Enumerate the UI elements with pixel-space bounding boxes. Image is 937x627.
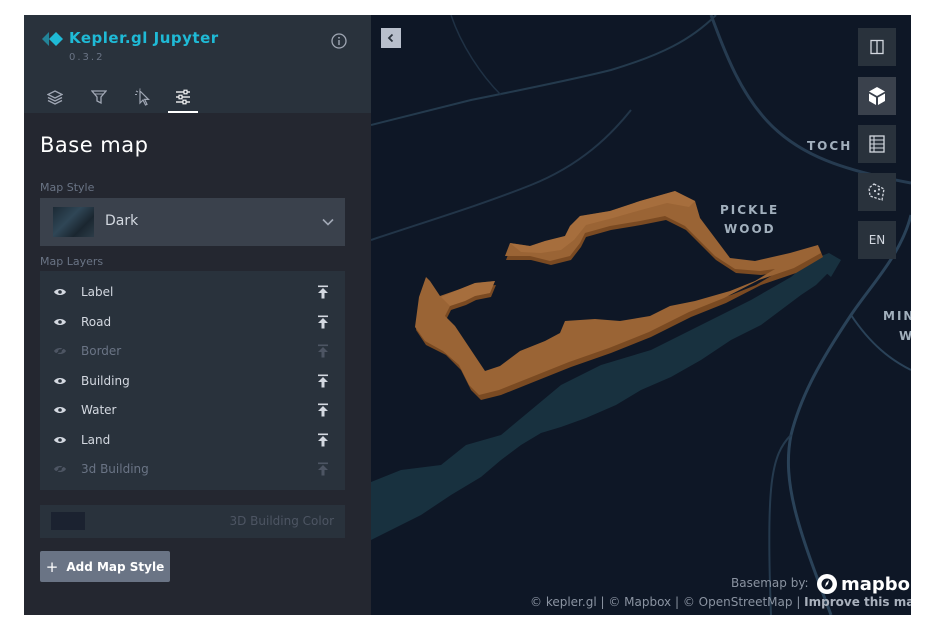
split-map-button[interactable]	[858, 28, 896, 66]
legend-icon	[869, 135, 885, 153]
map-layer-label: Building	[81, 373, 130, 388]
kepler-attribution-link[interactable]: © kepler.gl	[530, 595, 597, 609]
map-layer-row: Water	[40, 396, 345, 425]
panel-header: Kepler.gl Jupyter 0.3.2	[24, 15, 371, 113]
eye-icon[interactable]	[53, 376, 67, 386]
info-icon[interactable]	[331, 33, 347, 49]
3d-map-icon	[869, 87, 885, 105]
basemap-by-label: Basemap by:	[731, 576, 809, 590]
map-style-select[interactable]: Dark	[40, 198, 345, 246]
language-button[interactable]: EN	[858, 221, 896, 259]
eye-icon[interactable]	[53, 435, 67, 445]
map-layer-row: Building	[40, 367, 345, 396]
mapbox-attribution-link[interactable]: © Mapbox	[608, 595, 671, 609]
move-to-top-icon[interactable]	[317, 433, 329, 447]
split-map-icon	[870, 39, 884, 55]
eye-icon[interactable]	[53, 405, 67, 415]
map-layer-row: Label	[40, 278, 345, 307]
plus-icon: +	[45, 557, 59, 576]
place-label-w: W	[899, 329, 911, 343]
map-style-label: Map Style	[40, 181, 95, 194]
building-color-swatch[interactable]	[51, 512, 85, 530]
eye-off-icon[interactable]	[53, 346, 67, 356]
app-version: 0.3.2	[69, 52, 105, 63]
draw-polygon-icon	[868, 183, 885, 201]
move-to-top-icon[interactable]	[317, 344, 329, 358]
chevron-down-icon	[322, 218, 334, 226]
map-layer-label: Land	[81, 432, 111, 447]
osm-attribution-link[interactable]: © OpenStreetMap	[683, 595, 793, 609]
building-color-row[interactable]: 3D Building Color	[40, 505, 345, 538]
tab-map-settings[interactable]	[168, 83, 198, 113]
map-style-thumbnail	[53, 207, 94, 237]
improve-map-link[interactable]: Improve this map	[804, 595, 911, 609]
tab-layers[interactable]	[40, 83, 70, 111]
map-canvas[interactable]: TOCH W PICKLE WOOD MIN W	[371, 15, 911, 615]
building-color-label: 3D Building Color	[229, 514, 334, 528]
map-layer-label: Label	[81, 285, 114, 299]
collapse-panel-button[interactable]	[381, 28, 401, 48]
3d-map-button[interactable]	[858, 77, 896, 115]
legend-button[interactable]	[858, 125, 896, 163]
side-panel: Kepler.gl Jupyter 0.3.2 Base map Map Sty…	[24, 15, 371, 615]
filter-icon	[91, 90, 107, 105]
add-map-style-label: Add Map Style	[66, 559, 165, 574]
move-to-top-icon[interactable]	[317, 315, 329, 329]
map-layers-list: Label Road Border Building Water Land 3d Build…	[40, 271, 345, 490]
map-layer-label: Water	[81, 403, 117, 417]
map-attribution: © kepler.gl | © Mapbox | © OpenStreetMap…	[530, 595, 911, 609]
mapbox-logo-text: mapbo	[841, 573, 911, 595]
tab-interactions[interactable]	[128, 83, 158, 111]
app-title: Kepler.gl Jupyter	[69, 29, 219, 47]
app-frame: TOCH W PICKLE WOOD MIN W Kepler.gl Jupyt…	[24, 15, 911, 615]
draw-polygon-button[interactable]	[858, 173, 896, 211]
map-layer-label: 3d Building	[81, 462, 149, 476]
place-label-pickle: PICKLE	[720, 203, 779, 217]
map-settings-icon	[176, 89, 190, 105]
eye-off-icon[interactable]	[53, 464, 67, 474]
move-to-top-icon[interactable]	[317, 374, 329, 388]
mapbox-logo-icon	[817, 574, 837, 594]
map-layer-label: Border	[81, 344, 122, 358]
kepler-logo-icon	[42, 32, 63, 46]
map-style-value: Dark	[105, 213, 139, 229]
add-map-style-button[interactable]: + Add Map Style	[40, 551, 170, 582]
place-label-wood: WOOD	[724, 222, 776, 236]
interaction-icon	[135, 88, 150, 106]
section-title: Base map	[40, 133, 149, 157]
layers-icon	[47, 90, 63, 105]
map-layer-row: Border	[40, 337, 345, 366]
move-to-top-icon[interactable]	[317, 462, 329, 476]
chevron-left-icon	[387, 33, 394, 43]
map-layers-label: Map Layers	[40, 255, 104, 268]
eye-icon[interactable]	[53, 287, 67, 297]
tab-filters[interactable]	[84, 83, 114, 111]
map-layer-row: 3d Building	[40, 455, 345, 484]
place-label-min: MIN	[883, 309, 911, 323]
map-layer-row: Land	[40, 426, 345, 455]
eye-icon[interactable]	[53, 317, 67, 327]
map-layer-label: Road	[81, 314, 112, 329]
mapbox-logo[interactable]: mapbo	[816, 573, 910, 595]
move-to-top-icon[interactable]	[317, 403, 329, 417]
map-layer-row: Road	[40, 308, 345, 337]
move-to-top-icon[interactable]	[317, 285, 329, 299]
